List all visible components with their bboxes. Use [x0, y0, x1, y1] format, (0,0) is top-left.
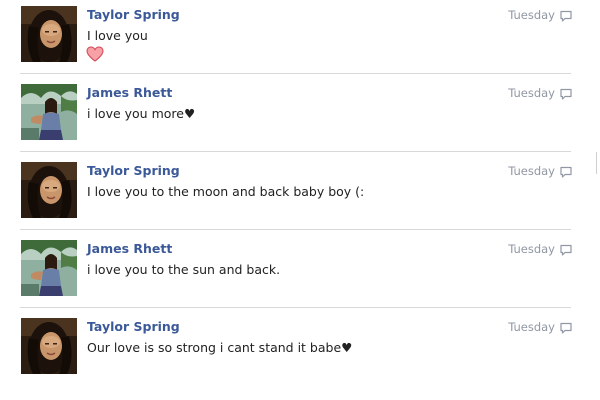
sender-name[interactable]: Taylor Spring	[87, 7, 180, 22]
sender-name[interactable]: Taylor Spring	[87, 163, 180, 178]
taylor-spring-avatar-image	[21, 318, 77, 374]
heart-emoji-icon	[86, 46, 104, 66]
message-item: Taylor Spring Our love is so strong i ca…	[0, 312, 600, 390]
message-timestamp: Tuesday	[508, 164, 555, 178]
message-thread: Taylor Spring I love you Tuesday James R…	[0, 0, 600, 400]
avatar[interactable]	[21, 240, 77, 296]
message-text: i love you more♥	[87, 106, 196, 121]
avatar[interactable]	[21, 162, 77, 218]
speech-bubble-icon[interactable]	[559, 8, 573, 22]
divider	[20, 73, 571, 74]
message-text: Our love is so strong i cant stand it ba…	[87, 340, 353, 355]
james-rhett-avatar-image	[21, 240, 77, 296]
message-timestamp: Tuesday	[508, 320, 555, 334]
message-item: Taylor Spring I love you Tuesday	[0, 0, 600, 78]
message-text: I love you to the moon and back baby boy…	[87, 184, 365, 199]
taylor-spring-avatar-image	[21, 6, 77, 62]
sender-name[interactable]: Taylor Spring	[87, 319, 180, 334]
avatar[interactable]	[21, 318, 77, 374]
message-timestamp: Tuesday	[508, 8, 555, 22]
divider	[20, 151, 571, 152]
taylor-spring-avatar-image	[21, 162, 77, 218]
avatar[interactable]	[21, 6, 77, 62]
sender-name[interactable]: James Rhett	[87, 85, 172, 100]
james-rhett-avatar-image	[21, 84, 77, 140]
speech-bubble-icon[interactable]	[559, 320, 573, 334]
speech-bubble-icon[interactable]	[559, 164, 573, 178]
speech-bubble-icon[interactable]	[559, 242, 573, 256]
message-timestamp: Tuesday	[508, 242, 555, 256]
avatar[interactable]	[21, 84, 77, 140]
message-timestamp: Tuesday	[508, 86, 555, 100]
speech-bubble-icon[interactable]	[559, 86, 573, 100]
divider	[20, 229, 571, 230]
scrollbar[interactable]	[596, 152, 597, 174]
sender-name[interactable]: James Rhett	[87, 241, 172, 256]
message-text: I love you	[87, 28, 148, 43]
message-item: James Rhett i love you more♥ Tuesday	[0, 78, 600, 156]
message-item: Taylor Spring I love you to the moon and…	[0, 156, 600, 234]
message-text: i love you to the sun and back.	[87, 262, 281, 277]
message-item: James Rhett i love you to the sun and ba…	[0, 234, 600, 312]
divider	[20, 307, 571, 308]
